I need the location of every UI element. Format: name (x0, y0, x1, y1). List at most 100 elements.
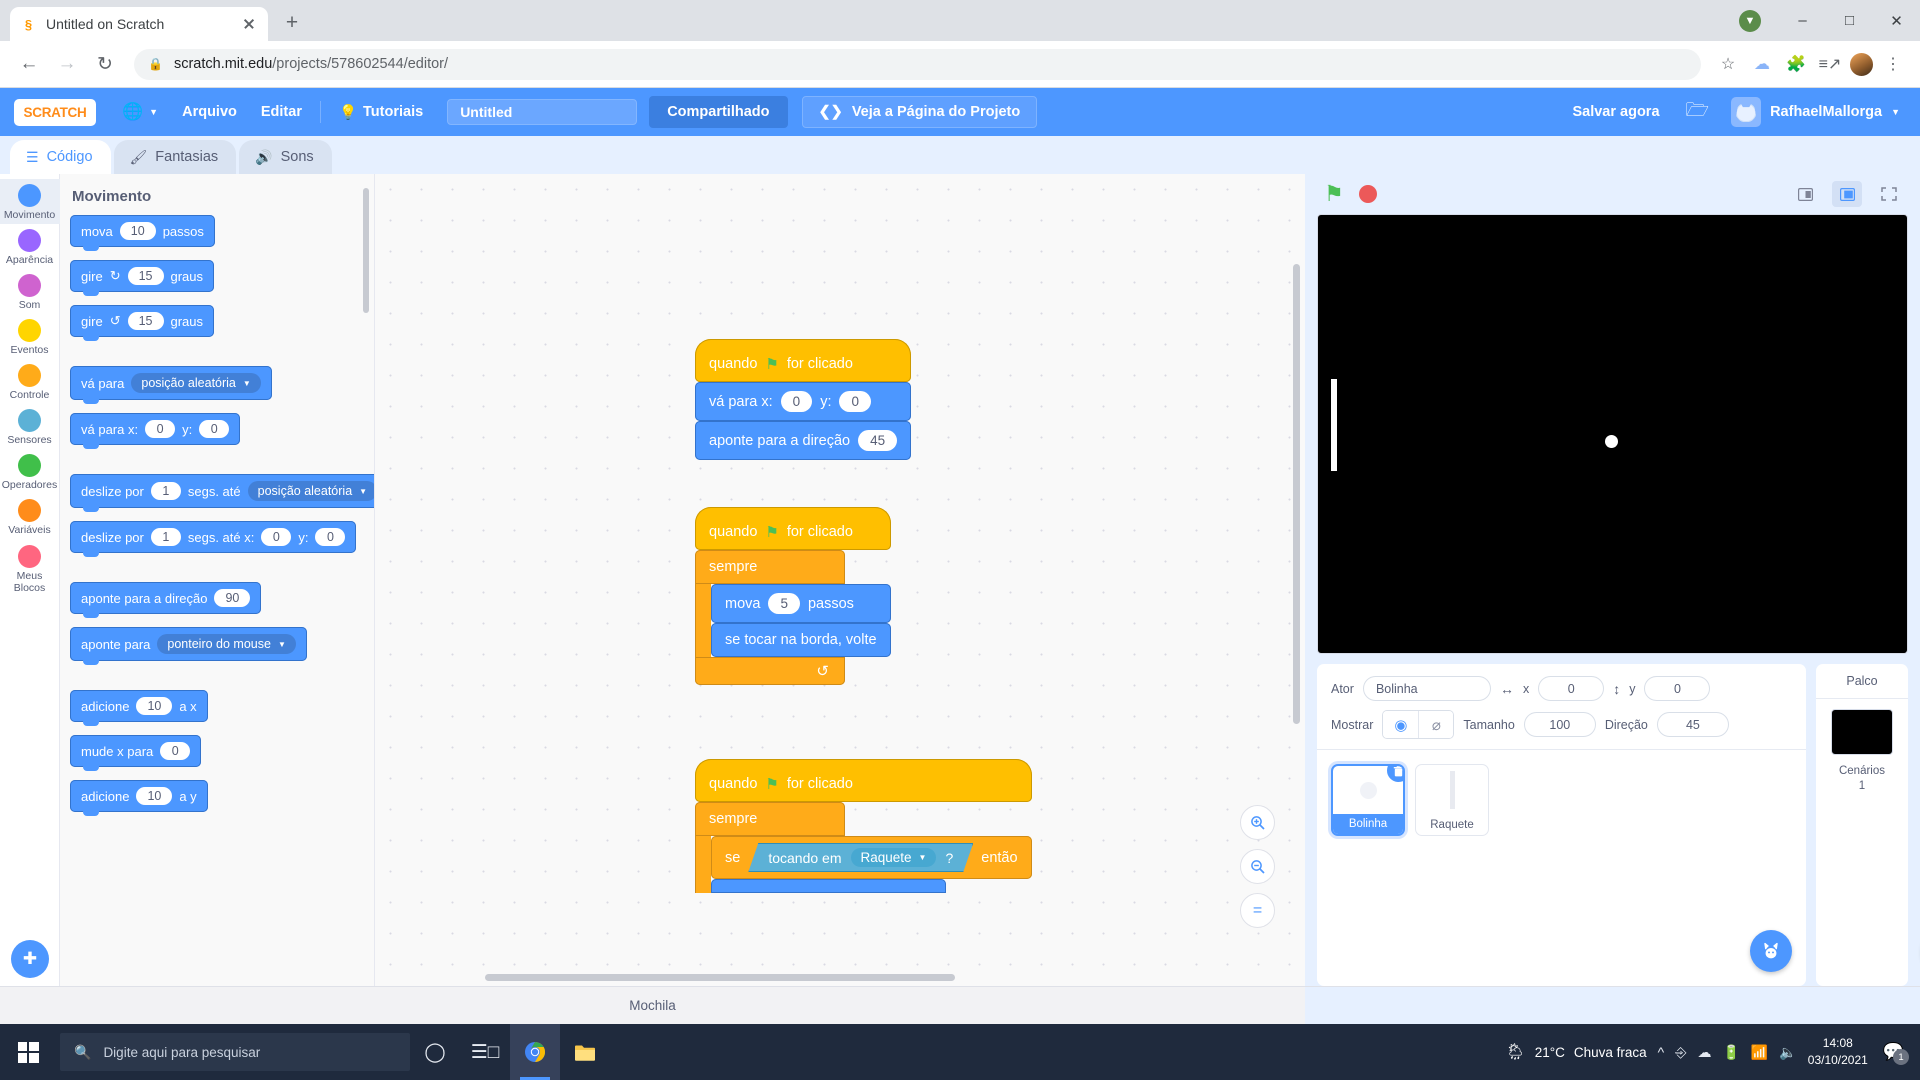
block-goto-xy[interactable]: vá para x: 0 y: 0 (695, 382, 912, 421)
block-dropdown-target[interactable]: posição aleatória ▼ (247, 481, 374, 501)
tutorials-menu[interactable]: 💡 Tutoriais (327, 97, 435, 127)
block-input-x[interactable]: 0 (160, 742, 191, 760)
block-input-dx[interactable]: 10 (136, 697, 173, 715)
large-stage-button[interactable] (1832, 181, 1862, 207)
chevron-up-icon[interactable]: ^ (1658, 1044, 1665, 1060)
new-tab-button[interactable]: + (276, 7, 308, 39)
sprite-name-input[interactable]: Bolinha (1362, 676, 1491, 701)
hide-sprite-icon[interactable]: ⌀ (1418, 711, 1454, 738)
scratch-logo[interactable]: SCRATCH (14, 98, 96, 126)
sprite-card-bolinha[interactable]: Bolinha (1331, 764, 1405, 836)
zoom-reset-button[interactable]: = (1240, 893, 1275, 928)
palette-block-change-x[interactable]: adicione 10 a x (70, 690, 208, 726)
save-now-button[interactable]: Salvar agora (1558, 104, 1673, 120)
touching-dropdown[interactable]: Raquete ▼ (851, 848, 937, 867)
palette-block-goto-random[interactable]: vá para posição aleatória ▼ (70, 366, 272, 404)
block-when-flag-clicked[interactable]: quando ⚑ for clicado (695, 339, 912, 382)
category-meus-blocos[interactable]: Meus Blocos (0, 540, 60, 597)
block-input-degrees[interactable]: 15 (127, 312, 164, 330)
block-input-direction[interactable]: 90 (214, 589, 251, 607)
fullscreen-button[interactable] (1874, 181, 1904, 207)
account-menu[interactable]: RafhaelMallorga ▼ (1721, 97, 1906, 127)
palette-block-turn-left[interactable]: gire ↺ 15 graus (70, 305, 215, 341)
close-window-button[interactable]: ✕ (1873, 0, 1920, 41)
category-variaveis[interactable]: Variáveis (0, 494, 60, 539)
my-stuff-folder-icon[interactable]: 🗁 (1674, 96, 1722, 128)
file-explorer-icon[interactable] (560, 1024, 610, 1080)
close-tab-icon[interactable] (240, 15, 258, 33)
bookmark-star-icon[interactable]: ☆ (1713, 49, 1743, 79)
cloud-icon[interactable]: ☁ (1697, 1044, 1711, 1061)
y-input[interactable]: 0 (1644, 676, 1711, 701)
palette-block-turn-right[interactable]: gire ↻ 15 graus (70, 260, 215, 296)
edit-menu[interactable]: Editar (249, 97, 314, 127)
block-input-y[interactable]: 0 (315, 528, 346, 546)
script-stack-3[interactable]: quando ⚑ for clicado sempre se tocando e… (695, 759, 1032, 893)
block-input-steps[interactable]: 10 (119, 222, 156, 240)
project-page-button[interactable]: ❮❯ Veja a Página do Projeto (801, 96, 1038, 128)
chrome-update-icon[interactable]: ▼ (1739, 9, 1761, 32)
block-dropdown-target[interactable]: posição aleatória ▼ (131, 373, 261, 393)
category-operadores[interactable]: Operadores (0, 449, 60, 494)
cloud-icon[interactable]: ☁ (1747, 49, 1777, 79)
zoom-out-button[interactable] (1240, 849, 1275, 884)
block-move-steps[interactable]: mova 5 passos (711, 584, 891, 623)
code-workspace[interactable]: quando ⚑ for clicado vá para x: 0 y: 0 a… (375, 174, 1305, 986)
category-controle[interactable]: Controle (0, 359, 60, 404)
workspace-horizontal-scrollbar[interactable] (485, 974, 955, 981)
block-input-secs[interactable]: 1 (150, 528, 181, 546)
back-icon[interactable]: ← (12, 47, 46, 81)
wifi-icon[interactable]: 📶 (1751, 1044, 1768, 1061)
palette-block-point-towards[interactable]: aponte para ponteiro do mouse ▼ (70, 627, 307, 665)
green-flag-button[interactable]: ⚑ (1321, 181, 1347, 207)
category-som[interactable]: Som (0, 269, 60, 314)
script-stack-2[interactable]: quando ⚑ for clicado sempre mova 5 passo… (695, 507, 891, 685)
workspace-vertical-scrollbar[interactable] (1293, 264, 1300, 724)
palette-block-glide-random[interactable]: deslize por 1 segs. até posição aleatóri… (70, 474, 374, 512)
block-input-x[interactable]: 0 (261, 528, 292, 546)
add-extension-button[interactable]: ✚ (11, 940, 49, 978)
cortana-icon[interactable]: ◯ (410, 1024, 460, 1080)
palette-block-set-x[interactable]: mude x para 0 (70, 735, 202, 771)
reading-list-icon[interactable]: ≡↗ (1815, 49, 1845, 79)
backdrop-thumbnail[interactable] (1831, 709, 1893, 755)
browser-tab[interactable]: § Untitled on Scratch (10, 7, 268, 41)
palette-block-goto-xy[interactable]: vá para x: 0 y: 0 (70, 413, 241, 449)
onedrive-sync-icon[interactable]: ⎆ (1675, 1044, 1686, 1061)
chrome-icon[interactable] (510, 1024, 560, 1080)
block-palette[interactable]: Movimento mova 10 passos gire ↻ 15 graus… (60, 174, 375, 986)
block-if-then[interactable]: se tocando em Raquete ▼ ? então (711, 836, 1032, 879)
block-input-y[interactable]: 0 (839, 391, 871, 412)
block-input-y[interactable]: 0 (199, 420, 230, 438)
backpack-toggle[interactable]: Mochila (0, 986, 1305, 1024)
profile-avatar[interactable] (1849, 51, 1874, 77)
start-button[interactable] (0, 1024, 56, 1080)
maximize-window-button[interactable]: □ (1826, 0, 1873, 41)
block-forever[interactable]: sempre mova 5 passos se tocar na borda, … (695, 550, 891, 685)
taskbar-search-input[interactable]: 🔍 Digite aqui para pesquisar (60, 1033, 410, 1071)
block-input-dy[interactable]: 10 (136, 787, 173, 805)
tab-fantasias[interactable]: 🖌 Fantasias (113, 140, 237, 174)
sprite-card-raquete[interactable]: Raquete (1415, 764, 1489, 836)
reload-icon[interactable]: ↻ (88, 47, 122, 81)
language-menu[interactable]: 🌐 ▼ (110, 97, 170, 127)
palette-block-move[interactable]: mova 10 passos (70, 215, 215, 251)
block-input-x[interactable]: 0 (145, 420, 176, 438)
block-partial-hidden[interactable] (711, 879, 946, 893)
category-sensores[interactable]: Sensores (0, 404, 60, 449)
notification-center-icon[interactable]: 💬 1 (1879, 1042, 1909, 1065)
palette-block-glide-xy[interactable]: deslize por 1 segs. até x: 0 y: 0 (70, 521, 357, 557)
show-sprite-icon[interactable]: ◉ (1383, 711, 1419, 738)
battery-icon[interactable]: 🔋 (1722, 1044, 1739, 1061)
category-aparencia[interactable]: Aparência (0, 224, 60, 269)
block-input-degrees[interactable]: 15 (127, 267, 164, 285)
category-eventos[interactable]: Eventos (0, 314, 60, 359)
forward-icon[interactable]: → (50, 47, 84, 81)
address-bar[interactable]: 🔒 scratch.mit.edu/projects/578602544/edi… (134, 48, 1701, 80)
volume-icon[interactable]: 🔈 (1779, 1044, 1796, 1061)
share-button[interactable]: Compartilhado (649, 96, 788, 128)
tab-codigo[interactable]: ☰ Código (10, 140, 111, 174)
taskbar-clock[interactable]: 14:08 03/10/2021 (1808, 1035, 1868, 1070)
stage-canvas[interactable] (1317, 214, 1908, 654)
choose-sprite-button[interactable] (1750, 930, 1792, 972)
